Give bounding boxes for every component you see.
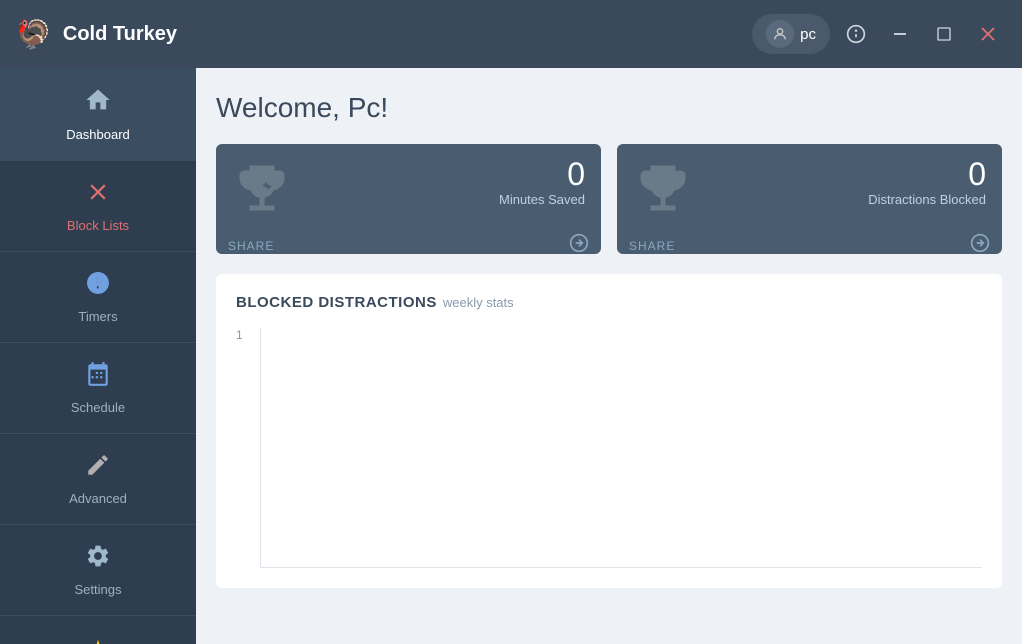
upgrade-icon: ★	[85, 634, 110, 644]
sidebar-label-timers: Timers	[78, 309, 117, 324]
app-logo: 🦃	[16, 18, 51, 51]
chart-area: 1	[236, 328, 982, 568]
sidebar-item-settings[interactable]: Settings	[0, 525, 196, 616]
arrow-icon-distractions[interactable]	[970, 233, 990, 254]
sidebar-label-settings: Settings	[75, 582, 122, 597]
minimize-button[interactable]	[882, 16, 918, 52]
trophy-icon-minutes	[232, 158, 292, 227]
chart-canvas	[260, 328, 982, 568]
username-label: pc	[800, 26, 816, 43]
titlebar-right: pc	[752, 14, 1006, 54]
titlebar-left: 🦃 Cold Turkey	[16, 18, 177, 51]
blocked-header: BLOCKED DISTRACTIONS weekly stats	[236, 294, 982, 312]
minutes-saved-card: 0 Minutes Saved SHARE	[216, 144, 601, 254]
sidebar-label-dashboard: Dashboard	[66, 127, 130, 142]
blocked-title: BLOCKED DISTRACTIONS	[236, 294, 437, 311]
settings-icon	[85, 543, 111, 576]
advanced-icon	[85, 452, 111, 485]
user-badge[interactable]: pc	[752, 14, 830, 54]
trophy-icon-distractions	[633, 158, 693, 227]
maximize-button[interactable]	[926, 16, 962, 52]
card-body-minutes: 0 Minutes Saved	[216, 144, 601, 227]
sidebar-label-schedule: Schedule	[71, 400, 125, 415]
sidebar: Dashboard Block Lists Timers	[0, 68, 196, 644]
arrow-icon-minutes[interactable]	[569, 233, 589, 254]
user-icon	[766, 20, 794, 48]
distractions-blocked-card: 0 Distractions Blocked SHARE	[617, 144, 1002, 254]
sidebar-label-blocklists: Block Lists	[67, 218, 129, 233]
info-button[interactable]	[838, 16, 874, 52]
content-area: Welcome, Pc! 0 Minutes Saved	[196, 68, 1022, 644]
minutes-count: 0	[499, 158, 585, 190]
blocked-section: BLOCKED DISTRACTIONS weekly stats 1	[216, 274, 1002, 588]
main-layout: Dashboard Block Lists Timers	[0, 68, 1022, 644]
share-label-minutes[interactable]: SHARE	[228, 239, 274, 253]
sidebar-item-advanced[interactable]: Advanced	[0, 434, 196, 525]
blocklists-icon	[85, 179, 111, 212]
distractions-count: 0	[868, 158, 986, 190]
sidebar-item-dashboard[interactable]: Dashboard	[0, 68, 196, 161]
chart-y-label: 1	[236, 328, 243, 342]
minutes-values: 0 Minutes Saved	[499, 158, 585, 207]
blocked-subtitle: weekly stats	[443, 295, 514, 310]
sidebar-item-upgrade[interactable]: ★ Upgrade	[0, 616, 196, 644]
titlebar: 🦃 Cold Turkey pc	[0, 0, 1022, 68]
timers-icon	[85, 270, 111, 303]
sidebar-label-advanced: Advanced	[69, 491, 127, 506]
sidebar-item-blocklists[interactable]: Block Lists	[0, 161, 196, 252]
card-footer-distractions: SHARE	[617, 227, 1002, 254]
schedule-icon	[85, 361, 111, 394]
sidebar-item-timers[interactable]: Timers	[0, 252, 196, 343]
minutes-label: Minutes Saved	[499, 192, 585, 207]
sidebar-item-schedule[interactable]: Schedule	[0, 343, 196, 434]
distractions-values: 0 Distractions Blocked	[868, 158, 986, 207]
welcome-title: Welcome, Pc!	[216, 92, 1002, 124]
distractions-label: Distractions Blocked	[868, 192, 986, 207]
share-label-distractions[interactable]: SHARE	[629, 239, 675, 253]
card-footer-minutes: SHARE	[216, 227, 601, 254]
app-title: Cold Turkey	[63, 23, 177, 46]
close-button[interactable]	[970, 16, 1006, 52]
card-body-distractions: 0 Distractions Blocked	[617, 144, 1002, 227]
dashboard-icon	[84, 86, 112, 121]
stats-cards: 0 Minutes Saved SHARE	[216, 144, 1002, 254]
